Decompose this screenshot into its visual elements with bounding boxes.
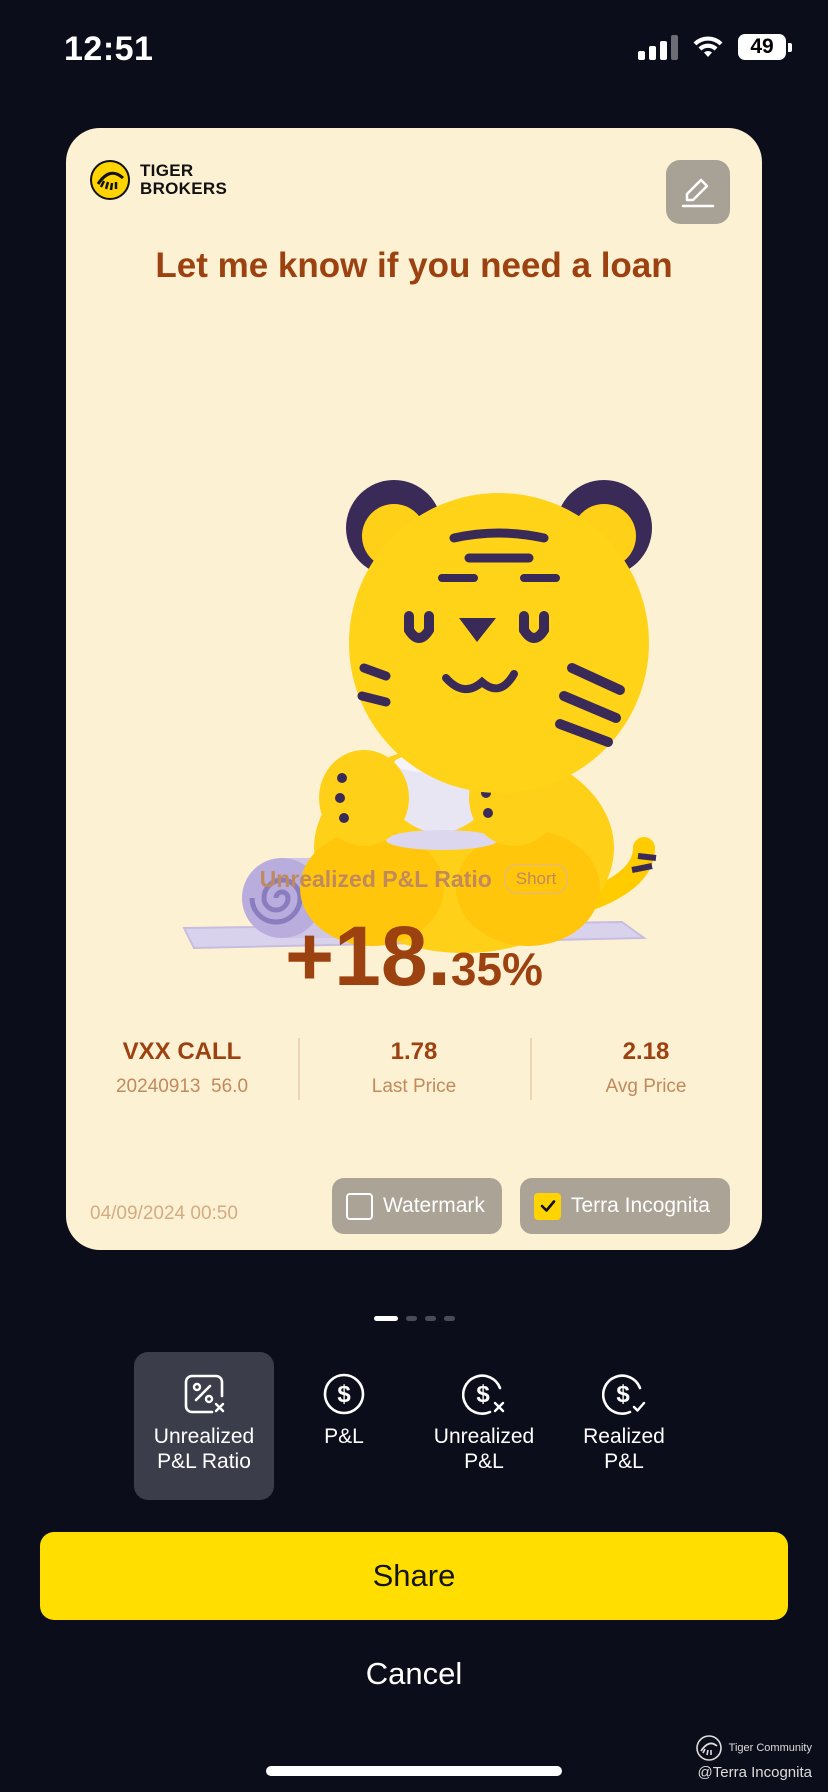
tiger-logo-icon (90, 160, 130, 200)
stat-contract: VXX CALL 20240913 56.0 (66, 1038, 298, 1098)
tab-pl[interactable]: $ P&L (274, 1352, 414, 1500)
home-indicator (266, 1766, 562, 1776)
status-time: 12:51 (64, 30, 154, 68)
dollar-circle-icon: $ (323, 1373, 365, 1415)
card-headline: Let me know if you need a loan (155, 246, 673, 285)
brand-line-2: BROKERS (140, 179, 228, 198)
watermark-label: Watermark (383, 1194, 485, 1217)
pl-ratio-main: +18. (285, 909, 451, 1003)
cancel-button[interactable]: Cancel (0, 1656, 828, 1692)
svg-text:$: $ (616, 1381, 630, 1408)
tiger-community-logo-icon (695, 1735, 722, 1761)
stat-contract-name: VXX CALL (122, 1038, 242, 1065)
dollar-x-icon: $ (462, 1374, 505, 1415)
page-dot-2[interactable] (405, 1316, 417, 1321)
tab-label-line2: P&L Ratio (157, 1450, 251, 1473)
share-button[interactable]: Share (40, 1532, 788, 1620)
terra-incognita-checkbox[interactable] (534, 1192, 561, 1220)
ratio-row: Unrealized P&L Ratio Short (66, 864, 762, 894)
position-stats: VXX CALL 20240913 56.0 1.78 Last Price 2… (66, 1038, 762, 1100)
svg-text:$: $ (337, 1381, 351, 1408)
tiger-brokers-logo: TIGER BROKERS (90, 160, 227, 200)
dollar-check-icon: $ (602, 1374, 646, 1415)
stat-last-price-value: 1.78 (390, 1038, 438, 1065)
page-indicator (0, 1316, 828, 1321)
tab-label-line2: P&L (604, 1450, 644, 1473)
tab-label-line1: Unrealized (433, 1425, 535, 1448)
checkmark-icon (540, 1200, 555, 1212)
card-date: 04/09/2024 00:50 (90, 1203, 238, 1224)
watermark-checkbox[interactable] (346, 1192, 373, 1220)
stat-avg-price-value: 2.18 (622, 1038, 670, 1065)
cellular-signal-icon (638, 34, 678, 60)
page-dot-1[interactable] (373, 1316, 398, 1321)
community-name: Tiger Community (728, 1742, 812, 1754)
position-badge: Short (503, 864, 569, 894)
battery-level: 49 (738, 34, 786, 60)
community-watermark: Tiger Community @Terra Incognita (695, 1734, 812, 1781)
pencil-edit-icon (681, 178, 715, 208)
tab-label-line2: P&L (464, 1450, 504, 1473)
stat-last-price: 1.78 Last Price (298, 1038, 530, 1100)
status-icons: 49 (638, 34, 792, 60)
edit-button[interactable] (666, 160, 730, 224)
terra-incognita-toggle[interactable]: Terra Incognita (520, 1178, 730, 1234)
tab-label-line1: P&L (324, 1425, 364, 1448)
pl-ratio-fraction: 35% (450, 943, 543, 995)
page-dot-4[interactable] (443, 1316, 455, 1321)
brand-line-1: TIGER (140, 161, 194, 180)
card-type-tabs: Unrealized P&L Ratio $ P&L $ Unrealized … (134, 1352, 694, 1500)
terra-incognita-label: Terra Incognita (571, 1194, 710, 1217)
watermark-toggle[interactable]: Watermark (332, 1178, 502, 1234)
percent-tag-icon (184, 1374, 225, 1414)
wifi-icon (693, 36, 723, 57)
tab-unrealized-pl[interactable]: $ Unrealized P&L (414, 1352, 554, 1500)
community-handle: @Terra Incognita (697, 1764, 812, 1781)
pl-ratio-value: +18.35% (66, 908, 762, 1005)
stat-contract-details: 20240913 56.0 (115, 1076, 249, 1097)
tab-realized-pl[interactable]: $ Realized P&L (554, 1352, 694, 1500)
tab-label-line1: Realized (583, 1425, 665, 1448)
tab-unrealized-pl-ratio[interactable]: Unrealized P&L Ratio (134, 1352, 274, 1500)
share-card: TIGER BROKERS Let me know if you need a … (66, 128, 762, 1250)
stat-avg-price: 2.18 Avg Price (530, 1038, 762, 1100)
ratio-label: Unrealized P&L Ratio (259, 865, 492, 892)
tab-label-line1: Unrealized (153, 1425, 255, 1448)
battery-icon: 49 (738, 34, 792, 60)
stat-last-price-label: Last Price (371, 1076, 457, 1097)
stat-avg-price-label: Avg Price (605, 1076, 687, 1097)
svg-text:$: $ (476, 1381, 490, 1408)
page-dot-3[interactable] (424, 1316, 436, 1321)
